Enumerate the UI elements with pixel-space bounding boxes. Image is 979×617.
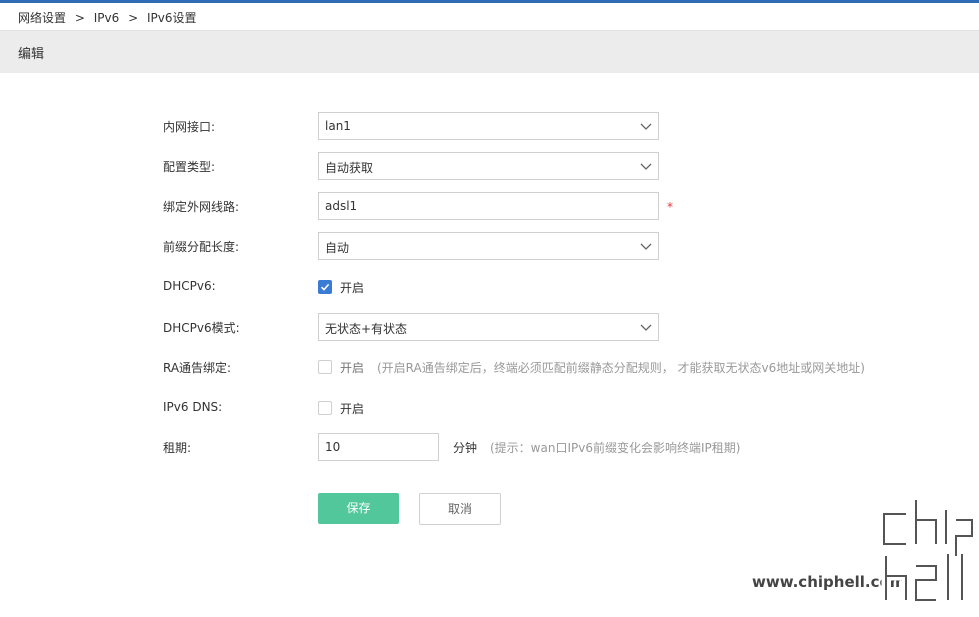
breadcrumb-separator: > [74,11,85,25]
row-config-type: 配置类型: 自动获取 [0,152,979,180]
breadcrumb-item-network[interactable]: 网络设置 [18,11,66,25]
row-prefix-length: 前缀分配长度: 自动 [0,232,979,260]
cancel-button[interactable]: 取消 [419,493,501,525]
breadcrumb: 网络设置 > IPv6 > IPv6设置 [18,9,196,26]
chevron-down-icon [640,324,652,331]
ipv6-dns-label: IPv6 DNS: [163,400,223,414]
ra-bind-checkbox-label: 开启 [340,361,365,375]
chiphell-logo-icon [879,500,976,605]
chevron-down-icon [640,163,652,170]
dhcpv6-checkbox-label: 开启 [340,281,365,295]
dhcpv6-checkbox[interactable] [318,280,332,294]
config-type-select[interactable]: 自动获取 [318,152,659,180]
row-lease: 租期: 10 分钟 (提示：wan口IPv6前缀变化会影响终端IP租期) [0,433,979,461]
row-dhcpv6: DHCPv6: 开启 [0,273,979,301]
breadcrumb-separator: > [128,11,139,25]
config-type-label: 配置类型: [163,160,216,174]
lease-input[interactable]: 10 [318,433,439,461]
dhcpv6-mode-select[interactable]: 无状态+有状态 [318,313,659,341]
ra-bind-hint: (开启RA通告绑定后，终端必须匹配前缀静态分配规则， 才能获取无状态v6地址或网… [377,361,865,375]
dhcpv6-mode-label: DHCPv6模式: [163,321,240,335]
lease-unit: 分钟 [453,441,478,455]
bind-wan-label: 绑定外网线路: [163,200,240,214]
row-dhcpv6-mode: DHCPv6模式: 无状态+有状态 [0,313,979,341]
lan-interface-select[interactable]: lan1 [318,112,659,140]
row-ra-bind: RA通告绑定: 开启 (开启RA通告绑定后，终端必须匹配前缀静态分配规则， 才能… [0,353,979,381]
save-button[interactable]: 保存 [318,493,399,524]
dhcpv6-mode-value: 无状态+有状态 [325,322,408,336]
ipv6-dns-checkbox-label: 开启 [340,402,365,416]
ra-bind-checkbox[interactable] [318,360,332,374]
required-mark: * [667,200,673,214]
page-title: 编辑 [18,47,45,62]
check-icon [320,283,330,291]
lan-interface-label: 内网接口: [163,120,216,134]
chevron-down-icon [640,243,652,250]
top-accent-line [0,0,979,3]
ra-bind-label: RA通告绑定: [163,361,232,375]
prefix-length-select[interactable]: 自动 [318,232,659,260]
dhcpv6-label: DHCPv6: [163,279,216,293]
lan-interface-value: lan1 [325,119,351,133]
lease-hint: (提示：wan口IPv6前缀变化会影响终端IP租期) [490,441,741,455]
row-ipv6-dns: IPv6 DNS: 开启 [0,394,979,422]
row-lan-interface: 内网接口: lan1 [0,112,979,140]
section-header: 编辑 [0,30,979,73]
row-bind-wan: 绑定外网线路: adsl1 * [0,192,979,220]
ipv6-dns-checkbox[interactable] [318,401,332,415]
chevron-down-icon [640,123,652,130]
lease-label: 租期: [163,441,192,455]
config-type-value: 自动获取 [325,161,374,175]
breadcrumb-item-ipv6-settings: IPv6设置 [146,11,197,25]
prefix-length-label: 前缀分配长度: [163,240,240,254]
breadcrumb-item-ipv6[interactable]: IPv6 [94,11,120,25]
bind-wan-value: adsl1 [325,199,358,213]
bind-wan-input[interactable]: adsl1 [318,192,659,220]
lease-value: 10 [325,440,341,454]
prefix-length-value: 自动 [325,241,350,255]
